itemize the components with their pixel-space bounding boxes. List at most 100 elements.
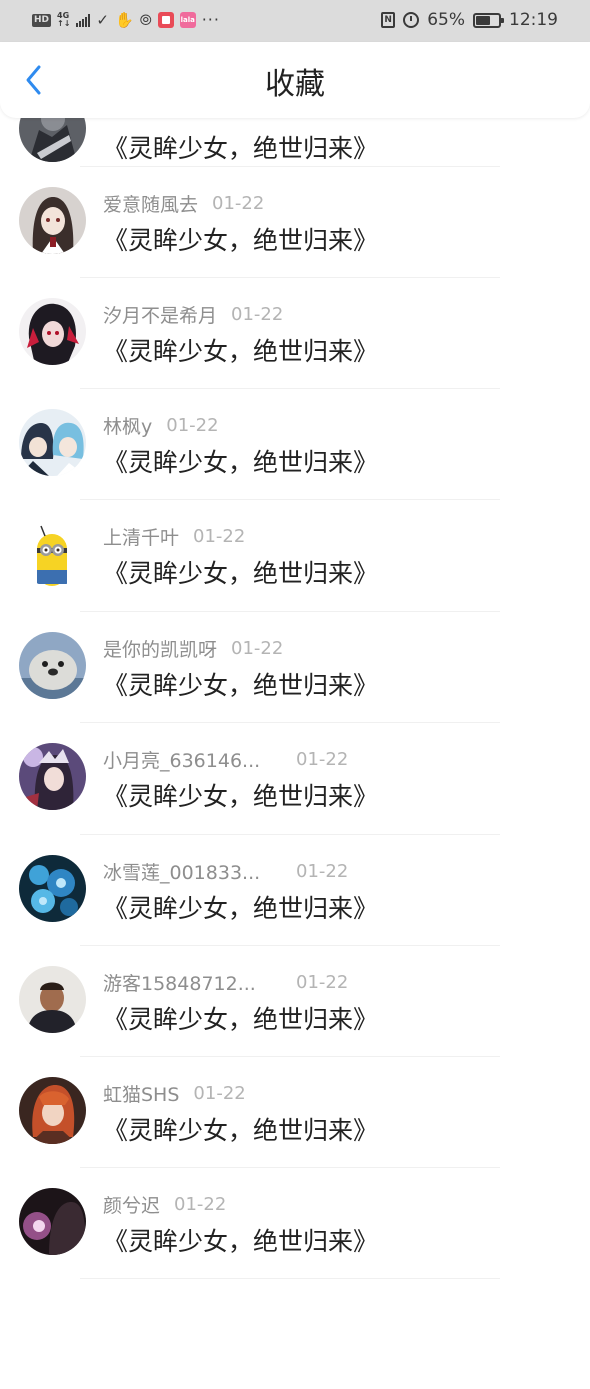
user-name[interactable]: 游客15848712... [103, 969, 281, 996]
item-meta: 小月亮_636146... 01-22 [103, 746, 348, 772]
divider [80, 722, 500, 723]
item-title: 《灵眸少女，绝世归来》 [103, 226, 379, 255]
list-item[interactable]: 虹猫SHS 01-22 《灵眸少女，绝世归来》 [0, 1056, 590, 1167]
avatar[interactable] [19, 298, 86, 365]
item-date: 01-22 [212, 192, 265, 214]
user-name[interactable]: 汐月不是希月 [103, 301, 217, 328]
item-title: 《灵眸少女，绝世归来》 [103, 671, 379, 700]
item-date: 01-22 [296, 971, 349, 993]
item-meta: 林枫y 01-22 [103, 412, 219, 438]
battery-percent: 65% [427, 10, 465, 30]
list-end-divider [0, 1278, 590, 1389]
user-name[interactable]: 颜兮迟 [103, 1191, 160, 1218]
divider [80, 834, 500, 835]
item-date: 01-22 [166, 414, 219, 436]
item-meta: 虹猫SHS 01-22 [103, 1080, 246, 1106]
item-title: 《灵眸少女，绝世归来》 [103, 448, 379, 477]
item-meta: 冰雪莲_001833... 01-22 [103, 858, 348, 884]
favorites-list: 《灵眸少女，绝世归来》 爱意随風去 01-22 《灵眸少女，绝世归来》 汐月不是… [0, 0, 590, 1280]
avatar-image-icon [19, 1077, 86, 1144]
item-meta: 爱意随風去 01-22 [103, 190, 264, 216]
user-name[interactable]: 冰雪莲_001833... [103, 858, 281, 885]
avatar[interactable] [19, 409, 86, 476]
user-name[interactable]: 是你的凯凯呀 [103, 635, 217, 662]
item-title: 《灵眸少女，绝世归来》 [103, 559, 379, 588]
item-date: 01-22 [296, 860, 349, 882]
item-date: 01-22 [231, 637, 284, 659]
avatar[interactable] [19, 632, 86, 699]
divider [80, 1167, 500, 1168]
more-notifications-icon: ··· [201, 10, 220, 29]
item-meta: 游客15848712... 01-22 [103, 969, 348, 995]
divider [80, 166, 500, 167]
nfc-icon: N [381, 12, 396, 28]
app-notification-icon [157, 12, 174, 28]
avatar-image-icon [19, 187, 86, 254]
wechat-pay-icon: ✓ [96, 11, 109, 29]
item-title: 《灵眸少女，绝世归来》 [103, 894, 379, 923]
divider [80, 611, 500, 612]
avatar[interactable] [19, 187, 86, 254]
avatar-image-icon [19, 409, 86, 476]
item-date: 01-22 [193, 525, 246, 547]
status-bar: HD 4G ↑↓ ✓ ✋ ⦾ lala ··· N 65% 12:19 [0, 0, 590, 42]
avatar[interactable] [19, 1077, 86, 1144]
avatar-image-icon [19, 743, 86, 810]
avatar[interactable] [19, 966, 86, 1033]
avatar[interactable] [19, 1188, 86, 1255]
lala-app-icon: lala [179, 12, 196, 28]
data-arrows-icon: ↑↓ [57, 19, 71, 28]
item-title: 《灵眸少女，绝世归来》 [103, 337, 379, 366]
avatar[interactable] [19, 743, 86, 810]
item-date: 01-22 [296, 748, 349, 770]
user-name[interactable]: 小月亮_636146... [103, 746, 281, 773]
list-item[interactable]: 是你的凯凯呀 01-22 《灵眸少女，绝世归来》 [0, 611, 590, 722]
list-item[interactable]: 冰雪莲_001833... 01-22 《灵眸少女，绝世归来》 [0, 834, 590, 945]
divider [80, 1278, 500, 1279]
item-date: 01-22 [193, 1082, 246, 1104]
user-name[interactable]: 上清千叶 [103, 523, 179, 550]
divider [80, 945, 500, 946]
divider [80, 499, 500, 500]
alarm-icon [403, 12, 420, 28]
list-item[interactable]: 颜兮迟 01-22 《灵眸少女，绝世归来》 [0, 1167, 590, 1278]
list-item[interactable]: 汐月不是希月 01-22 《灵眸少女，绝世归来》 [0, 277, 590, 388]
item-title: 《灵眸少女，绝世归来》 [103, 782, 379, 811]
item-date: 01-22 [174, 1193, 227, 1215]
item-meta: 是你的凯凯呀 01-22 [103, 635, 283, 661]
battery-icon [473, 12, 504, 28]
item-title: 《灵眸少女，绝世归来》 [103, 134, 379, 163]
avatar[interactable] [19, 520, 86, 587]
user-name[interactable]: 林枫y [103, 412, 152, 439]
item-meta: 汐月不是希月 01-22 [103, 301, 283, 327]
user-name[interactable]: 爱意随風去 [103, 190, 198, 217]
list-item[interactable]: 上清千叶 01-22 《灵眸少女，绝世归来》 [0, 499, 590, 610]
avatar-image-icon [19, 966, 86, 1033]
item-title: 《灵眸少女，绝世归来》 [103, 1005, 379, 1034]
item-meta: 颜兮迟 01-22 [103, 1191, 226, 1217]
avatar-image-icon [19, 520, 86, 587]
network-type: 4G ↑↓ [57, 12, 70, 28]
list-item[interactable]: 林枫y 01-22 《灵眸少女，绝世归来》 [0, 388, 590, 499]
signal-icon [76, 13, 91, 27]
item-date: 01-22 [231, 303, 284, 325]
list-item[interactable]: 游客15848712... 01-22 《灵眸少女，绝世归来》 [0, 945, 590, 1056]
hd-indicator: HD [32, 13, 52, 27]
back-button[interactable] [14, 60, 54, 100]
divider [80, 277, 500, 278]
avatar-image-icon [19, 298, 86, 365]
avatar[interactable] [19, 855, 86, 922]
divider [80, 1056, 500, 1057]
item-meta: 上清千叶 01-22 [103, 523, 245, 549]
item-title: 《灵眸少女，绝世归来》 [103, 1227, 379, 1256]
list-item[interactable]: 小月亮_636146... 01-22 《灵眸少女，绝世归来》 [0, 722, 590, 833]
clock: 12:19 [509, 10, 558, 30]
item-title: 《灵眸少女，绝世归来》 [103, 1116, 379, 1145]
divider [80, 388, 500, 389]
user-name[interactable]: 虹猫SHS [103, 1080, 179, 1107]
nav-header: 收藏 [0, 42, 590, 118]
hand-icon: ✋ [115, 11, 134, 29]
avatar-image-icon [19, 855, 86, 922]
list-item[interactable]: 爱意随風去 01-22 《灵眸少女，绝世归来》 [0, 166, 590, 277]
chevron-left-icon [26, 65, 41, 95]
